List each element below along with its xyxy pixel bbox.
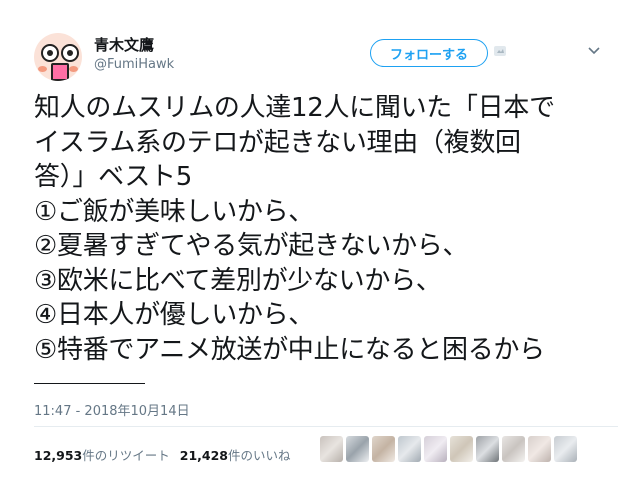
display-name[interactable]: 青木文鷹 bbox=[94, 34, 154, 55]
liker-avatar[interactable] bbox=[502, 436, 525, 462]
liker-avatar[interactable] bbox=[320, 436, 343, 462]
liker-avatar[interactable] bbox=[528, 436, 551, 462]
like-stat[interactable]: 21,428件のいいね bbox=[180, 448, 291, 463]
user-handle[interactable]: @FumiHawk bbox=[94, 57, 174, 72]
twitter-logo-icon bbox=[494, 46, 506, 56]
avatar-right-eye bbox=[61, 44, 79, 62]
divider bbox=[34, 426, 618, 427]
liker-avatar[interactable] bbox=[450, 436, 473, 462]
user-avatar[interactable] bbox=[34, 33, 82, 81]
tweet-line: ④日本人が優しいから、 bbox=[34, 300, 315, 330]
tweet-dash-line bbox=[34, 383, 145, 384]
liker-avatar[interactable] bbox=[554, 436, 577, 462]
tweet-text: 知人のムスリムの人達12人に聞いた「日本で イスラム系のテロが起きない理由（複数… bbox=[34, 91, 618, 367]
follow-button-label: フォローする bbox=[389, 47, 468, 63]
liker-avatars bbox=[320, 436, 577, 462]
tweet-line: ②夏暑すぎてやる気が起きないから、 bbox=[34, 231, 469, 261]
liker-avatar[interactable] bbox=[476, 436, 499, 462]
tweet-line: 知人のムスリムの人達12人に聞いた「日本で bbox=[34, 93, 555, 123]
tweet-line: 答）」ベスト5 bbox=[34, 162, 192, 192]
follow-button[interactable]: フォローする bbox=[370, 39, 488, 67]
avatar-left-eye bbox=[41, 44, 59, 62]
tweet-line: イスラム系のテロが起きない理由（複数回 bbox=[34, 127, 521, 158]
tweet-line: ①ご飯が美味しいから、 bbox=[34, 196, 315, 227]
tweet-timestamp[interactable]: 11:47 - 2018年10月14日 bbox=[34, 400, 190, 419]
chevron-down-icon[interactable] bbox=[586, 44, 602, 58]
tweet-stats: 12,953件のリツイート 21,428件のいいね bbox=[34, 445, 291, 464]
avatar-left-blush bbox=[38, 66, 47, 72]
liker-avatar[interactable] bbox=[424, 436, 447, 462]
tweet-line: ③欧米に比べて差別が少ないから、 bbox=[34, 265, 442, 296]
like-label: 件のいいね bbox=[228, 448, 291, 463]
retweet-label: 件のリツイート bbox=[82, 448, 170, 463]
avatar-right-blush bbox=[69, 66, 78, 72]
like-count: 21,428 bbox=[179, 448, 229, 463]
liker-avatar[interactable] bbox=[372, 436, 395, 462]
liker-avatar[interactable] bbox=[346, 436, 369, 462]
tweet-line: ⑤特番でアニメ放送が中止になると困るから bbox=[34, 334, 545, 365]
retweet-count: 12,953 bbox=[34, 448, 83, 463]
retweet-stat[interactable]: 12,953件のリツイート bbox=[34, 448, 170, 463]
avatar-mouth bbox=[51, 63, 69, 81]
liker-avatar[interactable] bbox=[398, 436, 421, 462]
